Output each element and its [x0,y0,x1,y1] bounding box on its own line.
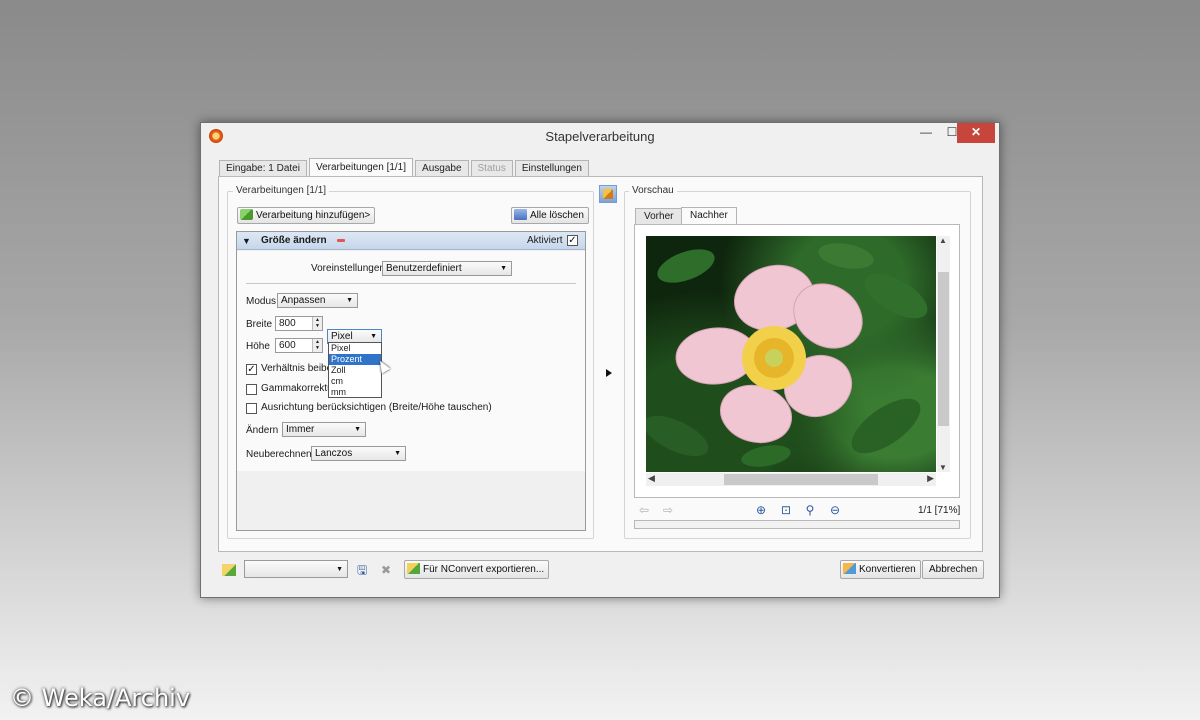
copyright-watermark: © Weka/Archiv [10,684,191,712]
progress-bar [634,520,960,529]
window-title: Stapelverarbeitung [545,129,655,144]
chevron-down-icon: ▼ [354,426,361,433]
scroll-right-icon: ▶ [927,473,934,483]
add-icon [240,209,253,220]
tab-ausgabe[interactable]: Ausgabe [415,160,469,177]
preview-group-label: Vorschau [629,185,677,196]
close-button[interactable]: ✕ [957,123,995,143]
page-zoom-status: 1/1 [71%] [918,505,961,516]
preview-frame: ▲ ▼ ◀ ▶ [634,224,960,498]
scroll-left-icon: ◀ [648,473,655,483]
tab-verarbeitungen[interactable]: Verarbeitungen [1/1] [308,158,414,177]
change-label: Ändern [246,425,279,436]
toggle-preview-button[interactable] [599,185,617,203]
minimize-button[interactable]: — [913,123,939,143]
zoom-in-icon[interactable]: ⊕ [754,503,768,517]
batch-window: Stapelverarbeitung — ☐ ✕ Eingabe: 1 Date… [200,122,1000,598]
convert-button[interactable]: Konvertieren [840,560,921,579]
title-bar: Stapelverarbeitung — ☐ ✕ [201,123,999,149]
height-stepper[interactable]: 600 ▲ ▼ [275,338,323,353]
export-nconvert-button[interactable]: Für NConvert exportieren... [404,560,550,579]
unit-option-prozent[interactable]: Prozent [329,354,381,365]
convert-icon [843,563,856,574]
gamma-checkbox[interactable] [246,384,257,395]
divider [246,283,576,284]
orientation-checkbox[interactable] [246,403,257,414]
processing-group-label: Verarbeitungen [1/1] [233,185,330,196]
unit-option-mm[interactable]: mm [329,387,381,398]
settings-select[interactable]: ▼ [244,560,348,578]
main-tabs: Eingabe: 1 Datei Verarbeitungen [1/1] Au… [219,158,591,177]
resample-select[interactable]: Lanczos ▼ [311,446,406,461]
width-stepper[interactable]: 800 ▲ ▼ [275,316,323,331]
zoom-out-icon[interactable]: ⊖ [828,503,842,517]
gamma-label: Gammakorrektur [261,383,337,394]
delete-icon[interactable]: ✖ [381,564,395,576]
delete-list-icon [514,209,527,220]
resize-panel: ▼ Größe ändern Aktiviert ✓ Voreinstellun… [236,231,586,531]
width-label: Breite [246,319,273,330]
unit-option-zoll[interactable]: Zoll [329,365,381,376]
keep-ratio-label: Verhältnis beibe [261,363,333,374]
resize-panel-body: Voreinstellungen Benutzerdefiniert ▼ Modu… [237,251,585,471]
collapse-arrow-icon[interactable]: ▼ [242,236,251,246]
spin-arrows-icon: ▲ ▼ [312,317,322,330]
previous-image-icon[interactable]: ⇦ [637,503,651,517]
scroll-up-icon: ▲ [939,236,947,245]
expand-arrow-icon[interactable] [606,369,612,377]
chevron-down-icon: ▼ [346,297,353,304]
resize-panel-title: Größe ändern [261,235,327,246]
chevron-down-icon: ▼ [394,450,401,457]
active-label: Aktiviert [527,235,563,246]
tab-status[interactable]: Status [470,160,513,177]
export-icon [407,563,420,574]
tab-eingabe[interactable]: Eingabe: 1 Datei [219,160,307,177]
orientation-label: Ausrichtung berücksichtigen (Breite/Höhe… [261,402,492,413]
unit-option-cm[interactable]: cm [329,376,381,387]
presets-select[interactable]: Benutzerdefiniert ▼ [382,261,512,276]
mode-select[interactable]: Anpassen ▼ [277,293,358,308]
spin-arrows-icon: ▲ ▼ [312,339,322,352]
resample-label: Neuberechnen [246,449,312,460]
mode-label: Modus [246,296,277,307]
flower-image [646,243,928,467]
keep-ratio-checkbox[interactable]: ✓ [246,364,257,375]
next-image-icon[interactable]: ⇨ [661,503,675,517]
chevron-down-icon: ▼ [500,265,507,272]
resize-panel-header[interactable]: ▼ Größe ändern Aktiviert ✓ [237,232,585,250]
presets-label: Voreinstellungen [311,263,385,274]
height-label: Höhe [246,341,270,352]
save-icon[interactable]: 🖫 [357,564,371,576]
preview-image [646,236,936,472]
unit-option-pixel[interactable]: Pixel [329,343,381,354]
folder-icon[interactable] [222,564,236,576]
remove-icon[interactable] [337,239,345,242]
scroll-down-icon: ▼ [939,463,947,472]
unit-dropdown-list: Pixel Prozent Zoll cm mm [328,342,382,398]
add-processing-button[interactable]: Verarbeitung hinzufügen> [237,207,376,224]
tab-einstellungen[interactable]: Einstellungen [514,160,589,177]
zoom-actual-icon[interactable]: ⚲ [803,503,817,517]
clear-all-button[interactable]: Alle löschen [511,207,589,224]
active-checkbox[interactable]: ✓ [567,235,578,246]
image-icon [603,189,613,199]
chevron-down-icon: ▼ [336,566,343,573]
cancel-button[interactable]: Abbrechen [922,560,985,579]
preview-horizontal-scrollbar[interactable]: ◀ ▶ [646,473,936,486]
fit-to-window-icon[interactable]: ⊡ [779,503,793,517]
change-select[interactable]: Immer ▼ [282,422,366,437]
tab-vorher[interactable]: Vorher [635,208,683,225]
preview-vertical-scrollbar[interactable]: ▲ ▼ [937,236,950,472]
